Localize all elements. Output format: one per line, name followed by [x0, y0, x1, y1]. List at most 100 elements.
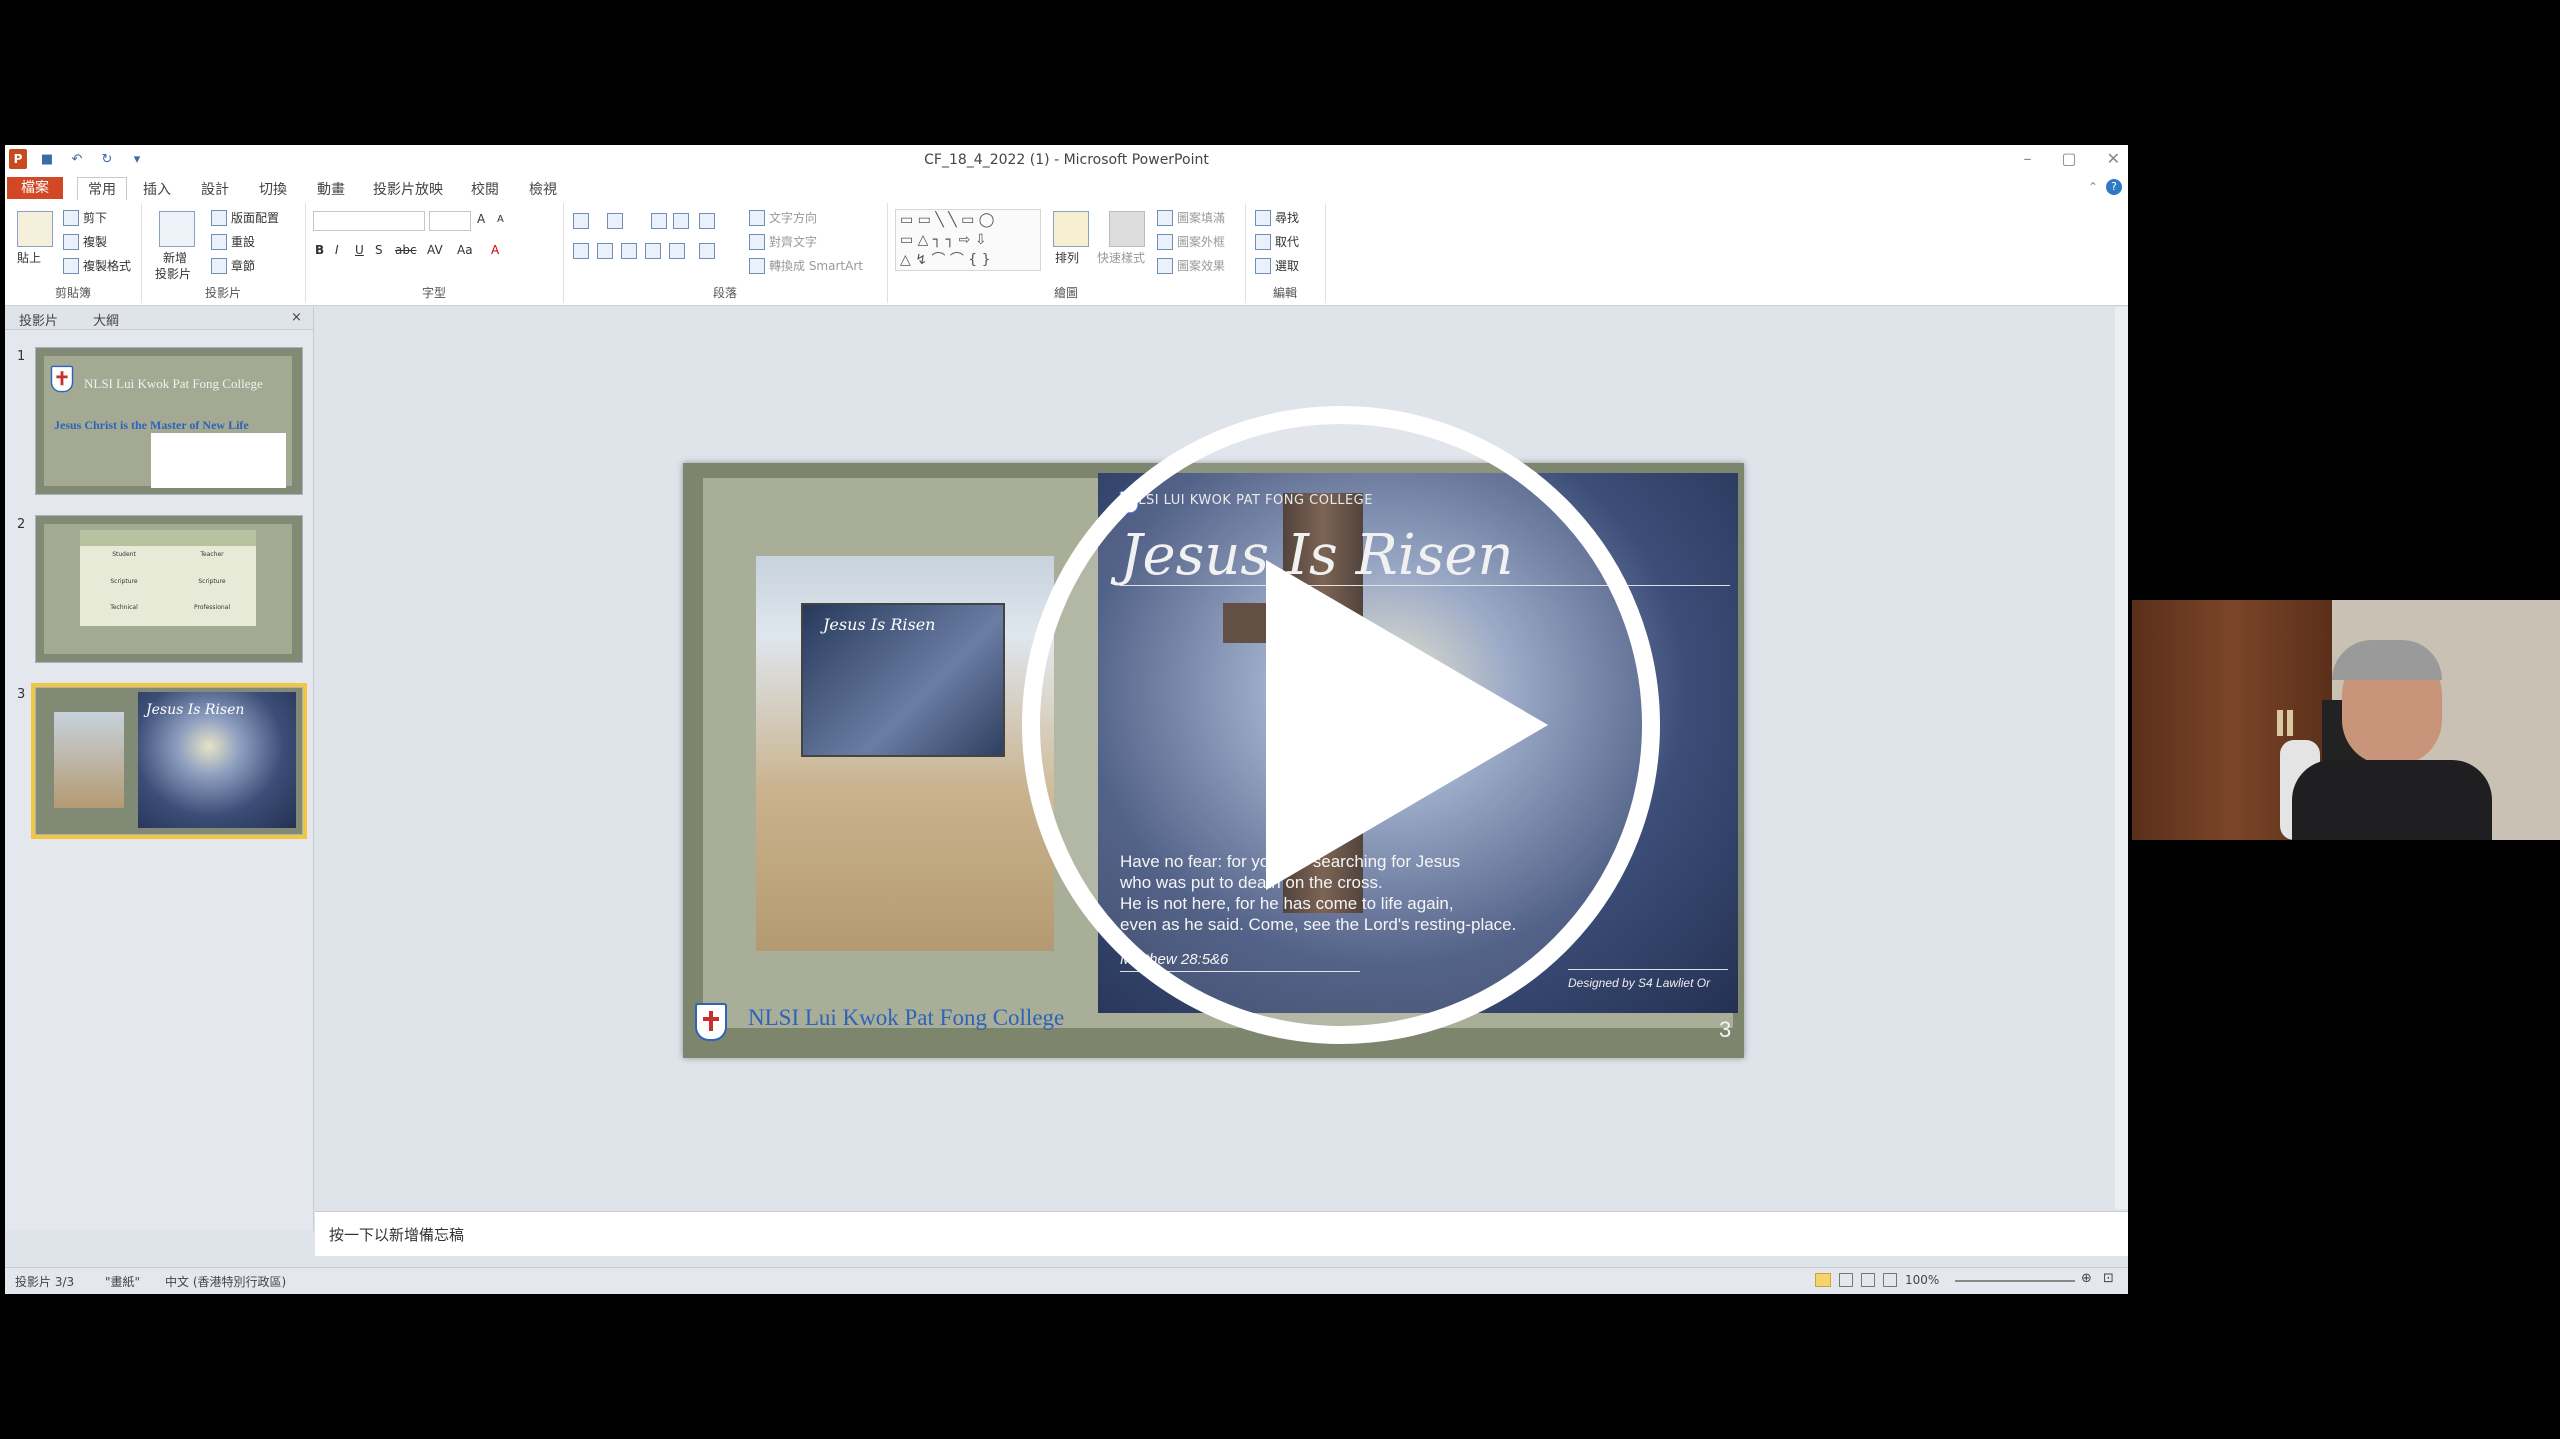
- format-painter-button[interactable]: 複製格式: [63, 257, 131, 274]
- slides-pane: 投影片 大綱 × 1 NLSI Lui Kwok Pat Fong Colleg…: [5, 307, 314, 1231]
- find-button[interactable]: 尋找: [1255, 209, 1299, 226]
- increase-indent-button[interactable]: [673, 213, 689, 229]
- paste-button[interactable]: 貼上: [17, 249, 41, 266]
- shape-fill-label: 圖案填滿: [1177, 211, 1226, 225]
- normal-view-icon[interactable]: [1815, 1273, 1831, 1287]
- align-center-button[interactable]: [597, 243, 613, 259]
- arrange-icon[interactable]: [1053, 211, 1089, 247]
- status-language[interactable]: 中文 (香港特別行政區): [165, 1273, 286, 1290]
- tab-review[interactable]: 校閱: [471, 179, 499, 199]
- italic-button[interactable]: I: [335, 243, 339, 257]
- align-text-button[interactable]: 對齊文字: [749, 233, 817, 250]
- font-color-button[interactable]: A: [491, 243, 499, 257]
- section-button[interactable]: 章節: [211, 257, 255, 274]
- text-direction-button[interactable]: 文字方向: [749, 209, 817, 226]
- bold-button[interactable]: B: [315, 243, 324, 257]
- status-bar: 投影片 3/3 "畫紙" 中文 (香港特別行政區) 100% ⊕ ⊡: [5, 1267, 2128, 1294]
- layout-button[interactable]: 版面配置: [211, 209, 279, 226]
- tab-file[interactable]: 檔案: [7, 177, 63, 199]
- line-spacing-button[interactable]: [699, 213, 715, 229]
- change-case-button[interactable]: Aa: [457, 243, 473, 257]
- text-direction-icon: [749, 209, 765, 226]
- group-drawing: ▭ ▭ ╲ ╲ ▭ ◯ ▭ △ ┐ ┐ ⇨ ⇩ △ ↯ ⌒ ⌒ { } 排列 快速樣…: [887, 203, 1246, 303]
- columns-button[interactable]: [699, 243, 715, 259]
- vertical-scrollbar[interactable]: [2115, 307, 2128, 1209]
- ribbon: 貼上 剪下 複製 複製格式 剪貼簿 新增 投影片 版面配置 重設 章節 投影片 …: [5, 201, 2128, 306]
- align-right-button[interactable]: [621, 243, 637, 259]
- sorter-view-icon[interactable]: [1839, 1273, 1853, 1287]
- close-icon[interactable]: ✕: [2107, 149, 2120, 168]
- tab-transitions[interactable]: 切換: [259, 179, 287, 199]
- select-label: 選取: [1275, 259, 1300, 273]
- distributed-button[interactable]: [669, 243, 685, 259]
- thumb-1-title: NLSI Lui Kwok Pat Fong College: [84, 376, 263, 391]
- quick-styles-button[interactable]: 快速樣式: [1097, 249, 1145, 266]
- maximize-icon[interactable]: ▢: [2061, 149, 2076, 168]
- scissors-icon: [63, 209, 79, 226]
- help-icon[interactable]: ?: [2106, 179, 2122, 195]
- new-slide-button-2[interactable]: 投影片: [155, 265, 191, 282]
- fit-window-icon[interactable]: ⊡: [2103, 1271, 2114, 1286]
- tab-home[interactable]: 常用: [77, 177, 127, 200]
- replace-button[interactable]: 取代: [1255, 233, 1299, 250]
- zoom-slider[interactable]: [1955, 1280, 2075, 1282]
- numbering-button[interactable]: [607, 213, 623, 229]
- font-family-select[interactable]: [313, 211, 425, 231]
- copy-label: 複製: [83, 235, 108, 249]
- paste-icon[interactable]: [17, 211, 53, 247]
- banner-title: Jesus Is Risen: [823, 615, 936, 634]
- shapes-gallery[interactable]: ▭ ▭ ╲ ╲ ▭ ◯ ▭ △ ┐ ┐ ⇨ ⇩ △ ↯ ⌒ ⌒ { }: [895, 209, 1041, 271]
- minimize-ribbon-icon[interactable]: ⌃: [2088, 180, 2098, 194]
- align-text-label: 對齊文字: [769, 235, 818, 249]
- arrange-button[interactable]: 排列: [1055, 249, 1079, 266]
- tab-view[interactable]: 檢視: [529, 179, 557, 199]
- tab-animations[interactable]: 動畫: [317, 179, 345, 199]
- replace-label: 取代: [1275, 235, 1300, 249]
- play-video-icon[interactable]: [1021, 405, 1661, 1045]
- strikethrough-button[interactable]: abc: [395, 243, 417, 257]
- tab-outline[interactable]: 大綱: [93, 310, 119, 329]
- quick-styles-icon[interactable]: [1109, 211, 1145, 247]
- underline-button[interactable]: U: [355, 243, 364, 257]
- slide-thumbnail-1[interactable]: NLSI Lui Kwok Pat Fong College Jesus Chr…: [35, 347, 303, 495]
- shape-effects-button[interactable]: 圖案效果: [1157, 257, 1225, 274]
- thumb-1-crest-icon: [50, 365, 74, 393]
- thumb-2-table-cell: Scripture: [110, 577, 138, 585]
- zoom-in-icon[interactable]: ⊕: [2081, 1271, 2092, 1286]
- shape-outline-button[interactable]: 圖案外框: [1157, 233, 1225, 250]
- columns-icon: [699, 243, 715, 259]
- notes-pane[interactable]: 按一下以新增備忘稿: [315, 1211, 2128, 1256]
- bullets-button[interactable]: [573, 213, 589, 229]
- zoom-level[interactable]: 100%: [1905, 1273, 1939, 1287]
- slide-thumbnail-3[interactable]: Jesus Is Risen: [31, 683, 307, 839]
- smartart-button[interactable]: 轉換成 SmartArt: [749, 257, 863, 274]
- replace-icon: [1255, 233, 1271, 250]
- tab-slides[interactable]: 投影片: [19, 310, 58, 329]
- decrease-indent-button[interactable]: [651, 213, 667, 229]
- group-slides: 新增 投影片 版面配置 重設 章節 投影片: [141, 203, 306, 303]
- shrink-font-button[interactable]: A: [497, 214, 504, 225]
- minimize-icon[interactable]: –: [2023, 149, 2031, 168]
- shape-fill-button[interactable]: 圖案填滿: [1157, 209, 1225, 226]
- new-slide-icon[interactable]: [159, 211, 195, 247]
- justify-button[interactable]: [645, 243, 661, 259]
- select-button[interactable]: 選取: [1255, 257, 1299, 274]
- copy-button[interactable]: 複製: [63, 233, 107, 250]
- close-pane-icon[interactable]: ×: [291, 310, 302, 325]
- reset-button[interactable]: 重設: [211, 233, 255, 250]
- grow-font-button[interactable]: A: [477, 212, 485, 226]
- reading-view-icon[interactable]: [1861, 1273, 1875, 1287]
- tab-insert[interactable]: 插入: [143, 179, 171, 199]
- shadow-button[interactable]: S: [375, 243, 383, 257]
- font-size-select[interactable]: [429, 211, 471, 231]
- drawing-group-label: 繪圖: [1053, 286, 1078, 300]
- new-slide-button[interactable]: 新增: [163, 249, 187, 266]
- tab-design[interactable]: 設計: [201, 179, 229, 199]
- char-spacing-button[interactable]: AV: [427, 243, 443, 257]
- slideshow-view-icon[interactable]: [1883, 1273, 1897, 1287]
- align-left-button[interactable]: [573, 243, 589, 259]
- reset-icon: [211, 233, 227, 250]
- cut-button[interactable]: 剪下: [63, 209, 107, 226]
- slide-thumbnail-2[interactable]: Student Teacher Scripture Scripture Tech…: [35, 515, 303, 663]
- tab-slideshow[interactable]: 投影片放映: [373, 179, 443, 199]
